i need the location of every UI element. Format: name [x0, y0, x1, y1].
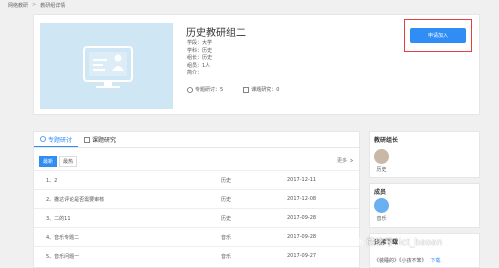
group-cover-image [40, 23, 173, 109]
tab-courses[interactable]: 课题研究 [78, 132, 122, 147]
tab-topics[interactable]: 专题研讨 [34, 132, 79, 147]
topic-subject: 历史 [221, 197, 232, 203]
tab-courses-label: 课题研究 [92, 137, 117, 144]
group-profile-card: 历史教研组二 学段：大学 学科：历史 组长：历史 组员：1人 简介： 专题研讨：… [33, 14, 480, 115]
topic-subject: 音乐 [221, 254, 232, 260]
course-icon [243, 86, 250, 93]
filter-hottest[interactable]: 最热 [59, 156, 78, 167]
leader-profile[interactable]: 历史 [374, 149, 389, 173]
topic-subject: 历史 [221, 216, 232, 222]
topic-title[interactable]: 2、撒达评论是否需要审核 [46, 196, 104, 203]
chevron-right-icon [350, 158, 354, 163]
topics-panel: 专题研讨 课题研究 最新 最热 更多 1、2 历史 2017-12-11 2、撒… [33, 131, 360, 268]
topic-title[interactable]: 3、二的11 [46, 215, 71, 222]
document-icon [84, 136, 90, 143]
download-item-name: 《装睡的》《小孩不笨》 [374, 258, 427, 264]
member-name: 音乐 [376, 216, 387, 222]
avatar [374, 198, 389, 213]
topic-date: 2017-09-28 [287, 215, 317, 221]
members-block: 成员 音乐 [369, 183, 480, 228]
wechat-watermark: 微信号: ict_baoan [353, 235, 442, 248]
watermark-text: 微信号: ict_baoan [366, 238, 443, 248]
topic-date: 2017-09-28 [287, 234, 317, 240]
meta-intro: 简介： [187, 70, 203, 76]
stat-topics[interactable]: 专题研讨：5 [187, 86, 223, 93]
topic-filters: 最新 最热 [39, 156, 78, 167]
topic-subject: 历史 [221, 178, 232, 184]
group-stats: 专题研讨：5 课题研究：0 [187, 86, 279, 93]
list-item[interactable]: 1、2 历史 2017-12-11 [34, 170, 359, 189]
breadcrumb-separator: > [32, 2, 37, 8]
topic-icon [187, 86, 193, 93]
breadcrumb-current: 教研组详情 [40, 3, 66, 9]
topic-title[interactable]: 4、音乐专题二 [46, 234, 79, 241]
list-item[interactable]: 3、二的11 历史 2017-09-28 [34, 208, 359, 227]
topic-subject: 音乐 [221, 235, 232, 241]
more-link[interactable]: 更多 [337, 157, 354, 164]
leader-title: 教研组长 [374, 137, 399, 144]
leader-block: 教研组长 历史 [369, 131, 480, 178]
apply-join-button[interactable]: 申请加入 [410, 28, 466, 43]
meta-stage: 学段：大学 [187, 40, 213, 46]
topic-date: 2017-12-11 [287, 177, 317, 183]
topic-title[interactable]: 5、音乐问题一 [46, 253, 79, 260]
topic-date: 2017-12-08 [287, 196, 317, 202]
apply-highlight-box: 申请加入 [404, 19, 472, 52]
group-meta: 学段：大学 学科：历史 组长：历史 组员：1人 简介： [187, 40, 212, 78]
download-link[interactable]: 下载 [431, 257, 441, 264]
monitor-presentation-icon [83, 46, 133, 88]
more-label: 更多 [336, 158, 347, 164]
topic-date: 2017-09-27 [287, 253, 317, 259]
members-title: 成员 [374, 189, 387, 196]
list-item[interactable]: 4、音乐专题二 音乐 2017-09-28 [34, 227, 359, 246]
filter-latest[interactable]: 最新 [39, 156, 58, 167]
member-profile[interactable]: 音乐 [374, 198, 389, 222]
meta-subject: 学科：历史 [187, 47, 213, 54]
wechat-icon [353, 237, 363, 245]
stat-courses[interactable]: 课题研究：0 [243, 86, 279, 93]
avatar [374, 149, 389, 164]
tab-topics-label: 专题研讨 [48, 136, 73, 144]
meta-leader: 组长：历史 [187, 55, 213, 61]
topic-title[interactable]: 1、2 [46, 177, 57, 184]
stat-topics-label: 专题研讨：5 [195, 87, 224, 93]
meta-members: 组员：1人 [187, 62, 211, 69]
panel-tabs: 专题研讨 课题研究 [34, 132, 359, 148]
group-title: 历史教研组二 [186, 28, 246, 39]
breadcrumb: 网络教研 > 教研组详情 [8, 2, 65, 9]
list-item[interactable]: 5、音乐问题一 音乐 2017-09-27 [34, 246, 359, 265]
list-item[interactable]: 2、撒达评论是否需要审核 历史 2017-12-08 [34, 189, 359, 208]
breadcrumb-home[interactable]: 网络教研 [8, 2, 28, 9]
leader-name: 历史 [376, 167, 387, 173]
topic-icon [40, 136, 46, 142]
topic-list: 1、2 历史 2017-12-11 2、撒达评论是否需要审核 历史 2017-1… [34, 170, 359, 265]
stat-courses-label: 课题研究：0 [251, 87, 280, 93]
download-item: 《装睡的》《小孩不笨》 下载 [374, 257, 441, 264]
